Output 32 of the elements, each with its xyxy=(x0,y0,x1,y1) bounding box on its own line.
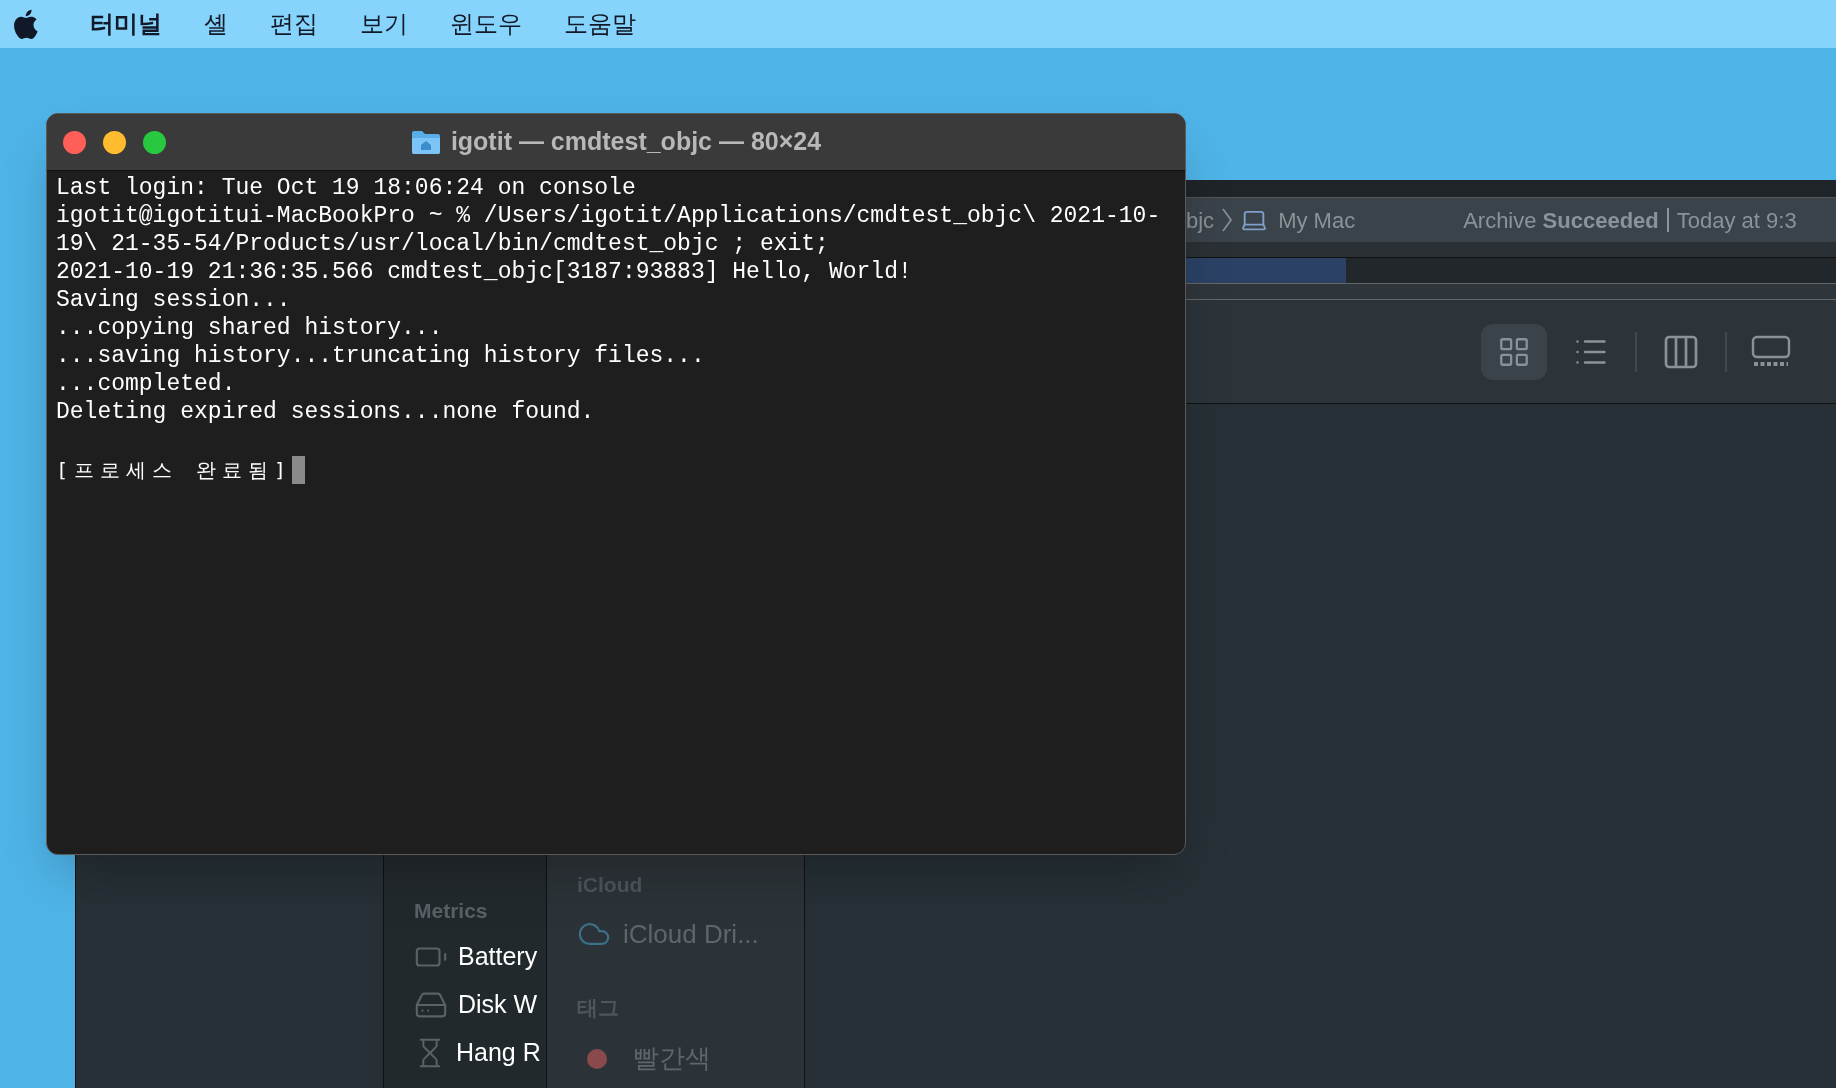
folder-icon xyxy=(410,129,441,155)
sidebar-item[interactable]: Disk W xyxy=(458,985,538,1024)
terminal-line: ...saving history...truncating history files... xyxy=(56,342,705,370)
sidebar-item[interactable]: Hang R xyxy=(456,1033,541,1072)
terminal-line: ...completed. xyxy=(56,370,236,398)
view-mode-button[interactable] xyxy=(1481,323,1547,380)
zoom-button[interactable] xyxy=(143,130,166,154)
chevron-icon xyxy=(1222,208,1233,232)
gallery-view-icon xyxy=(1751,334,1791,369)
menu-item[interactable]: 도움말 xyxy=(564,6,636,42)
terminal-line: Last login: Tue Oct 19 18:06:24 on console xyxy=(56,174,636,202)
menu-item[interactable]: 보기 xyxy=(360,6,408,42)
section-header: Metrics xyxy=(414,898,489,924)
terminal-line: Deleting expired sessions...none found. xyxy=(56,398,595,426)
terminal-line: 2021-10-19 21:36:35.566 cmdtest_objc[3187:93883] Hello, World! xyxy=(56,258,912,286)
terminal-line: igotit@igotitui-MacBookPro ~ % /Users/igotit/Applications/cmdtest_objc\ 2021-10- xyxy=(56,202,1161,230)
close-button[interactable] xyxy=(63,130,86,154)
sidebar-item[interactable]: Battery xyxy=(458,937,538,976)
terminal-line: 19\ 21-35-54/Products/usr/local/bin/cmdtest_objc ; exit; xyxy=(56,230,829,258)
menu-item[interactable]: 터미널 xyxy=(90,6,162,42)
menu-item[interactable]: 편집 xyxy=(270,6,318,42)
minimize-button[interactable] xyxy=(103,130,126,154)
build-time: Today at 9:3 xyxy=(1676,206,1797,235)
menu-item[interactable]: 윈도우 xyxy=(450,6,522,42)
terminal-line: Saving session... xyxy=(56,286,291,314)
terminal-line: ...copying shared history... xyxy=(56,314,443,342)
menu-item[interactable]: 셸 xyxy=(204,6,228,42)
terminal-line: [프로세스 완료됨] xyxy=(56,457,293,484)
build-status: Archive Succeeded xyxy=(1463,206,1659,235)
cursor xyxy=(292,456,306,484)
apple-logo-icon[interactable] xyxy=(12,9,38,39)
window-title: igotit — cmdtest_objc — 80×24 xyxy=(450,126,822,158)
